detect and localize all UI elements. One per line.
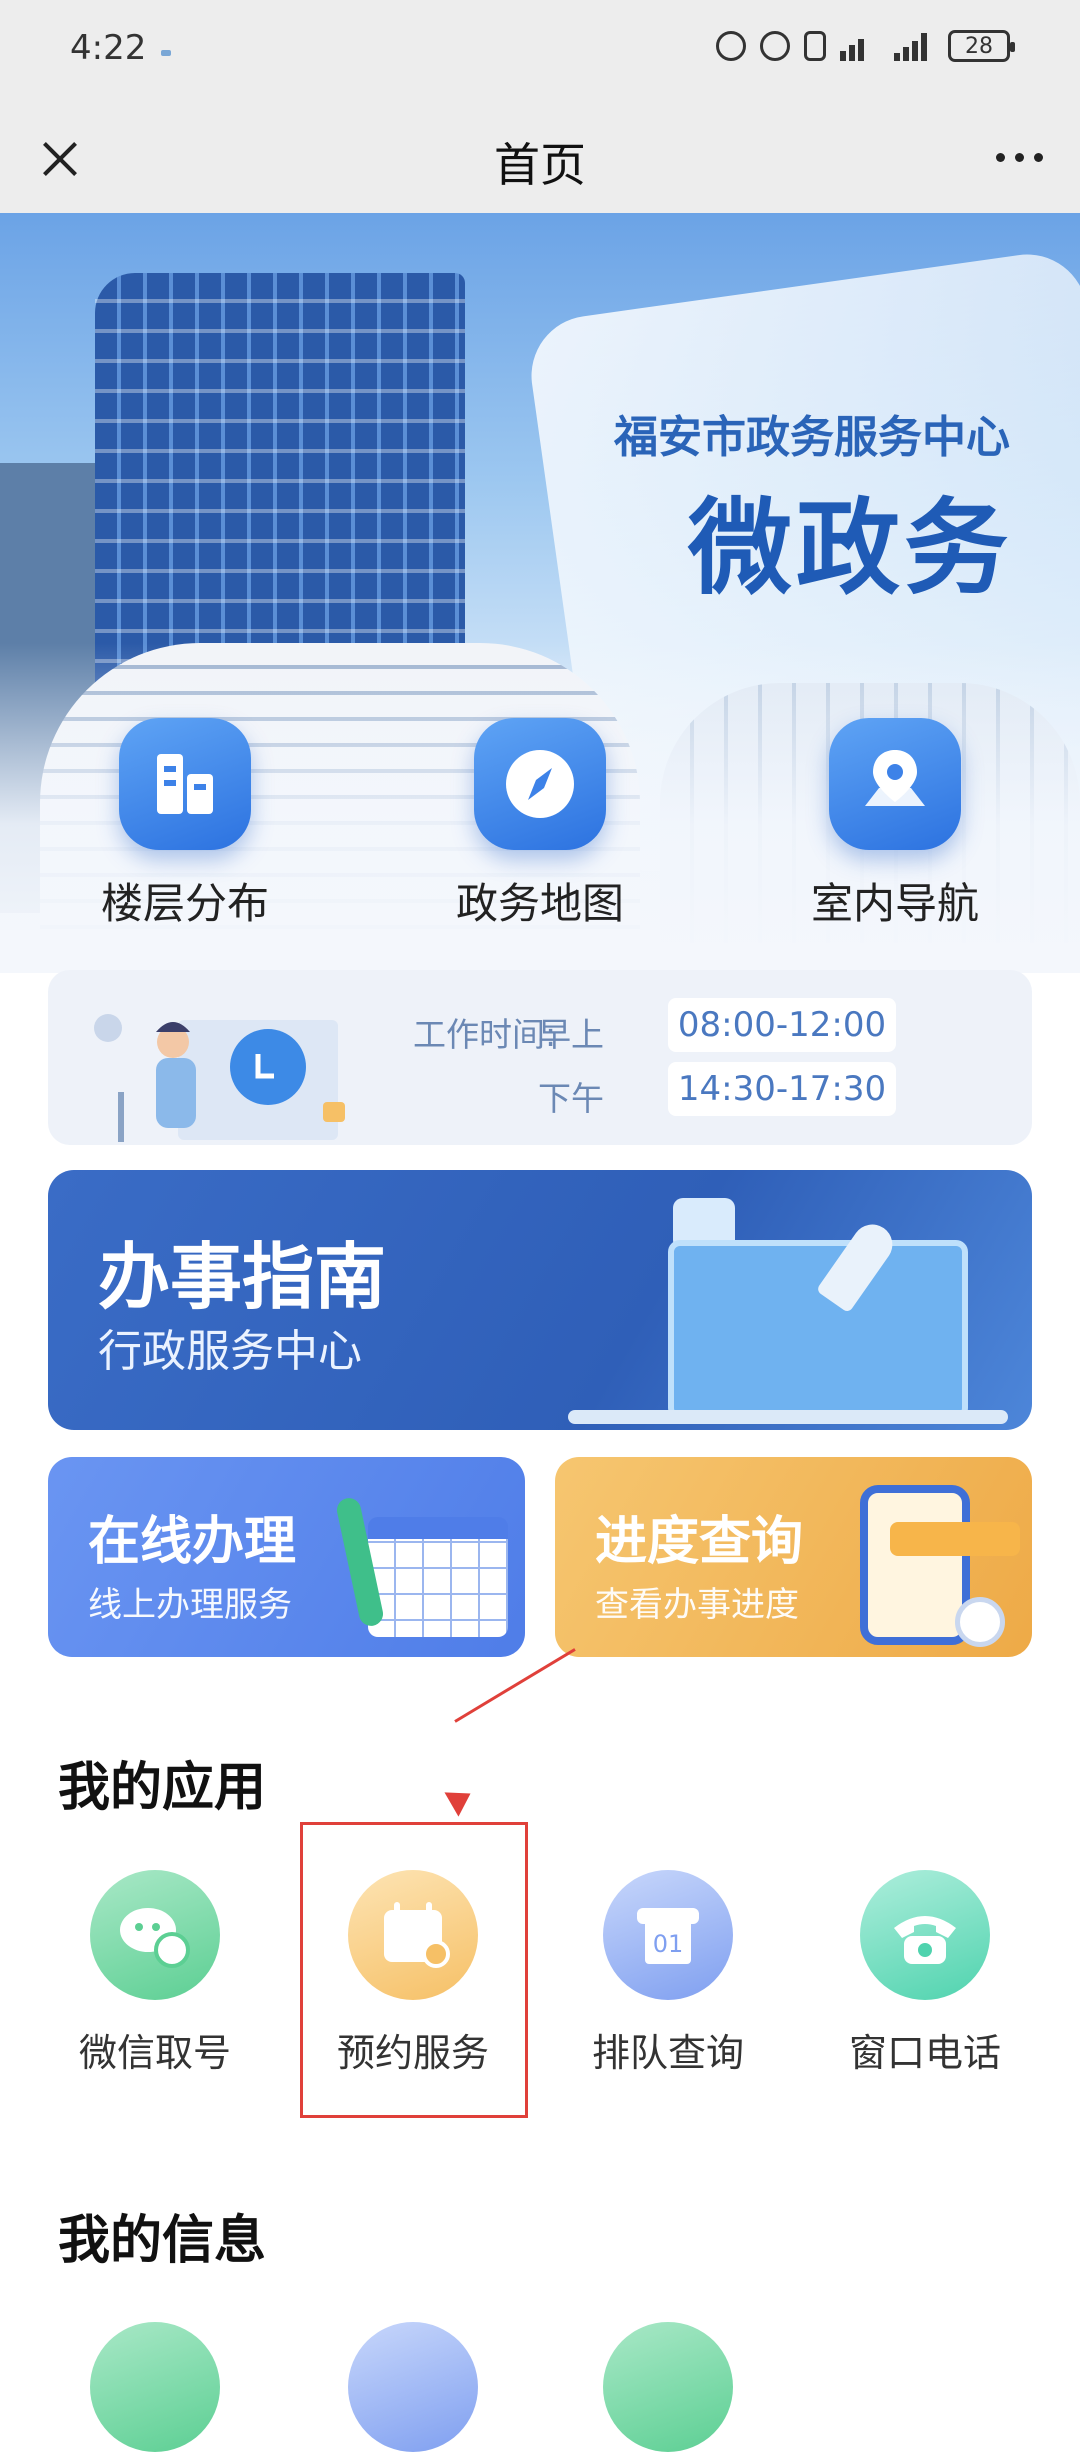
queue-ticket-icon: 01 xyxy=(603,1870,733,2000)
signal-icon xyxy=(894,31,934,61)
app-queue-query[interactable]: 01 排队查询 xyxy=(548,1870,788,2077)
info-item[interactable] xyxy=(35,2322,275,2452)
calendar-illustration xyxy=(368,1517,508,1637)
service-staff-illustration xyxy=(78,992,378,1142)
hero-banner: 福安市政务服务中心 微政务 楼层分布 政务地图 室内导航 xyxy=(0,213,1080,973)
hero-subtitle: 福安市政务服务中心 xyxy=(614,412,1010,463)
app-label: 排队查询 xyxy=(591,2031,744,2075)
my-info-title: 我的信息 xyxy=(58,2211,267,2271)
profile-card-icon xyxy=(603,2322,733,2452)
vibrate-icon xyxy=(804,31,826,61)
guide-title: 办事指南 xyxy=(98,1235,387,1319)
map-pin-icon xyxy=(829,718,961,850)
title-bar: 首页 xyxy=(0,105,1080,213)
working-hours-card: 工作时间: 早上 08:00-12:00 下午 14:30-17:30 xyxy=(48,970,1032,1145)
card-title: 在线办理 xyxy=(88,1512,297,1572)
service-guide-banner[interactable]: 办事指南 行政服务中心 xyxy=(48,1170,1032,1430)
progress-bar-illustration xyxy=(890,1522,1020,1556)
shortcut-label: 楼层分布 xyxy=(100,879,269,928)
hours-time-chip: 08:00-12:00 xyxy=(668,998,896,1052)
hours-period: 下午 xyxy=(538,1079,604,1118)
queue-ticket-number: 01 xyxy=(653,1930,684,1958)
data-saver-icon xyxy=(716,31,746,61)
hours-label: 工作时间: xyxy=(413,1015,557,1054)
shortcut-label: 政务地图 xyxy=(455,879,624,928)
app-label: 微信取号 xyxy=(78,2031,231,2075)
indoor-nav-shortcut[interactable]: 室内导航 xyxy=(765,718,1025,958)
hero-title: 微政务 xyxy=(687,487,1012,609)
info-item[interactable] xyxy=(293,2322,533,2452)
hours-period: 早上 xyxy=(538,1015,604,1054)
telephone-icon xyxy=(860,1870,990,2000)
online-handling-card[interactable]: 在线办理 线上办理服务 xyxy=(48,1457,525,1657)
status-time: 4:22 xyxy=(70,28,147,68)
laptop-illustration xyxy=(668,1240,968,1420)
compass-icon xyxy=(474,718,606,850)
shortcut-label: 室内导航 xyxy=(810,879,979,928)
wechat-link-icon xyxy=(90,1870,220,2000)
more-dot-icon xyxy=(995,152,1005,162)
my-apps-title: 我的应用 xyxy=(58,1758,267,1818)
more-button[interactable] xyxy=(984,135,1054,179)
highlight-annotation xyxy=(300,1822,528,2118)
card-title: 进度查询 xyxy=(595,1512,804,1572)
gov-map-shortcut[interactable]: 政务地图 xyxy=(410,718,670,958)
calendar-icon xyxy=(348,2322,478,2452)
wifi-icon xyxy=(840,31,880,61)
phone-illustration xyxy=(860,1485,970,1645)
notification-dot-icon xyxy=(161,50,171,56)
app-wechat-ticket[interactable]: 微信取号 xyxy=(35,1870,275,2077)
building-icon xyxy=(119,718,251,850)
laptop-base-illustration xyxy=(568,1410,1008,1424)
card-subtitle: 线上办理服务 xyxy=(88,1585,292,1625)
annotation-arrowhead xyxy=(444,1781,478,1817)
progress-query-card[interactable]: 进度查询 查看办事进度 xyxy=(555,1457,1032,1657)
status-bar: 4:22 28 xyxy=(0,0,1080,105)
floor-layout-shortcut[interactable]: 楼层分布 xyxy=(55,718,315,958)
guide-subtitle: 行政服务中心 xyxy=(98,1326,362,1377)
page-title: 首页 xyxy=(494,138,586,192)
alarm-icon xyxy=(760,31,790,61)
more-dot-icon xyxy=(1014,152,1024,162)
more-dot-icon xyxy=(1033,152,1043,162)
hours-time-chip: 14:30-17:30 xyxy=(668,1062,896,1116)
annotation-arrow xyxy=(454,1648,576,1723)
clock-icon xyxy=(955,1597,1005,1647)
wechat-link-icon xyxy=(90,2322,220,2452)
status-icons: 28 xyxy=(716,30,1015,62)
battery-icon: 28 xyxy=(948,30,1015,62)
info-item[interactable] xyxy=(548,2322,788,2452)
app-window-phone[interactable]: 窗口电话 xyxy=(805,1870,1045,2077)
card-subtitle: 查看办事进度 xyxy=(595,1585,799,1625)
app-label: 窗口电话 xyxy=(848,2031,1001,2075)
